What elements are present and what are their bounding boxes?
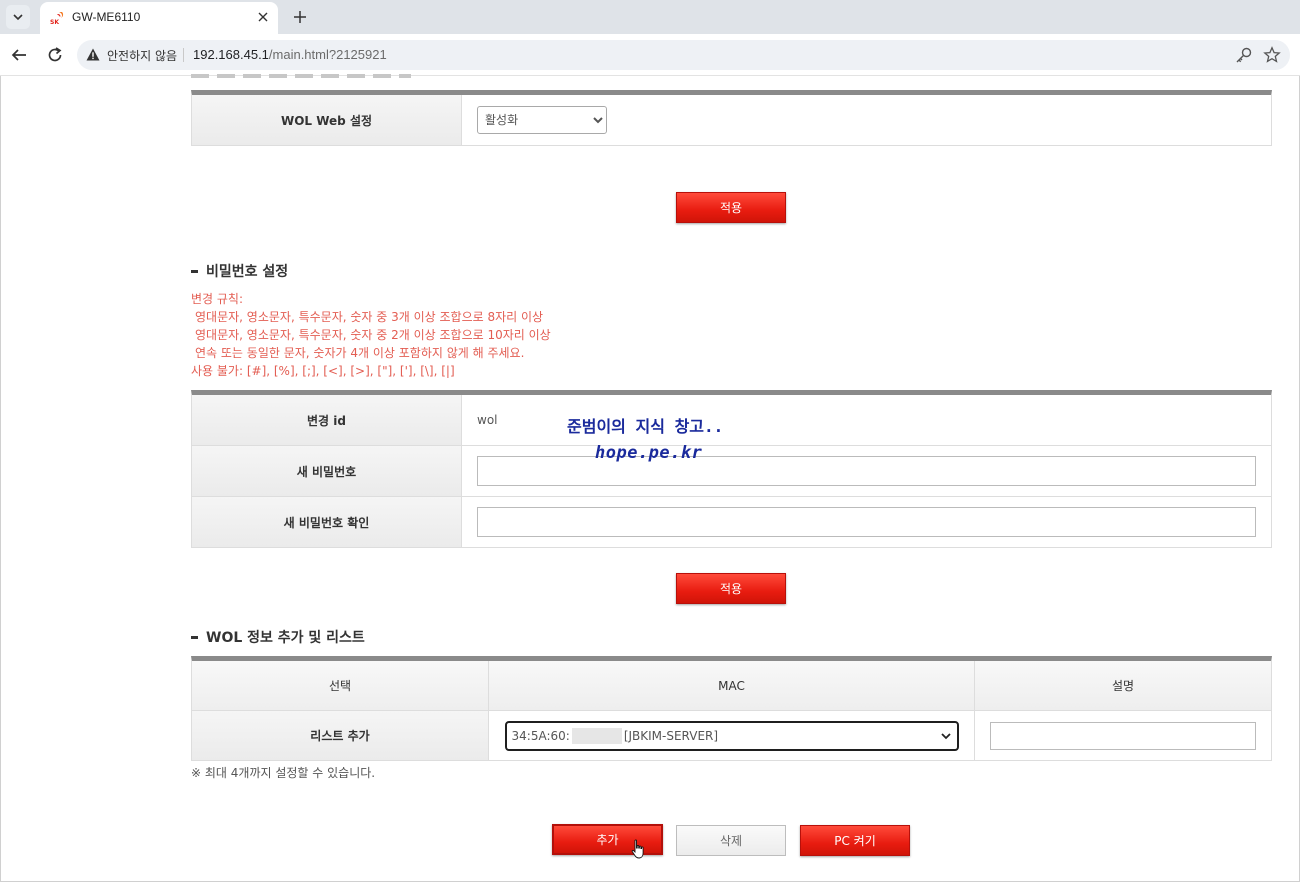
tab-list-button[interactable] <box>6 5 30 29</box>
address-bar[interactable]: 안전하지 않음 192.168.45.1/main.html?2125921 <box>77 40 1290 70</box>
watermark-line-2: hope.pe.kr <box>595 443 703 463</box>
svg-text:SK: SK <box>50 19 59 25</box>
section-bullet-icon <box>191 269 198 273</box>
new-password-row: 새 비밀번호 <box>192 446 1271 497</box>
password-table: 변경 id wol 새 비밀번호 새 비밀번호 확인 <box>191 390 1272 548</box>
key-icon[interactable] <box>1235 46 1253 64</box>
rule-line: 영대문자, 영소문자, 특수문자, 숫자 중 2개 이상 조합으로 10자리 이… <box>195 328 551 342</box>
wol-list-section-title: WOL 정보 추가 및 리스트 <box>191 627 365 647</box>
wol-web-table: WOL Web 설정 활성화 <box>191 90 1272 146</box>
confirm-password-row: 새 비밀번호 확인 <box>192 497 1271 548</box>
url-text[interactable]: 192.168.45.1/main.html?2125921 <box>193 47 387 62</box>
mac-redacted <box>571 727 622 744</box>
power-on-button[interactable]: PC 켜기 <box>800 825 910 856</box>
change-id-row: 변경 id wol <box>192 395 1271 446</box>
url-host: 192.168.45.1 <box>193 47 269 62</box>
chevron-down-icon <box>940 732 951 739</box>
mac-suffix: [JBKIM-SERVER] <box>623 728 719 743</box>
change-id-label: 변경 id <box>192 395 462 445</box>
reload-icon <box>48 47 62 62</box>
wol-web-value-cell: 활성화 <box>462 95 1271 145</box>
rule-line: 변경 규칙: <box>191 292 244 306</box>
plus-icon <box>294 11 306 23</box>
wol-table-header: 선택 MAC 설명 <box>192 661 1271 711</box>
header-mac: MAC <box>489 661 975 710</box>
confirm-password-input[interactable] <box>477 507 1256 537</box>
security-label[interactable]: 안전하지 않음 <box>107 47 177 64</box>
delete-button[interactable]: 삭제 <box>676 825 786 856</box>
header-select: 선택 <box>192 661 489 710</box>
url-path: /main.html?2125921 <box>268 47 387 62</box>
tab-title: GW-ME6110 <box>72 10 141 24</box>
browser-tab[interactable]: SK GW-ME6110 <box>40 2 278 34</box>
watermark-line-1: 준범이의 지식 창고.. <box>567 417 724 436</box>
reload-button[interactable] <box>44 44 66 66</box>
watermark: 준범이의 지식 창고.. hope.pe.kr <box>567 414 723 466</box>
rule-line: 영대문자, 영소문자, 특수문자, 숫자 중 3개 이상 조합으로 8자리 이상 <box>195 310 544 324</box>
wol-web-label: WOL Web 설정 <box>192 95 462 145</box>
arrow-left-icon <box>11 49 26 61</box>
password-title-text: 비밀번호 설정 <box>206 264 289 280</box>
confirm-password-label: 새 비밀번호 확인 <box>192 497 462 547</box>
header-description: 설명 <box>1111 679 1135 693</box>
page-content: WOL Web 설정 활성화 적용 비밀번호 설정 변경 규칙: 영대문자, 영… <box>0 74 1300 882</box>
close-icon <box>258 12 268 22</box>
wol-web-select[interactable]: 활성화 <box>477 106 607 134</box>
warning-icon <box>86 48 100 61</box>
list-add-label: 리스트 추가 <box>192 711 489 760</box>
password-rules: 변경 규칙: 영대문자, 영소문자, 특수문자, 숫자 중 3개 이상 조합으로… <box>191 290 551 380</box>
mac-cell: 34:5A:60: [JBKIM-SERVER] <box>489 711 975 760</box>
description-cell <box>975 711 1271 760</box>
back-button[interactable] <box>8 44 30 66</box>
sk-logo-icon: SK <box>50 12 64 25</box>
chevron-down-icon <box>13 14 23 21</box>
wol-add-row: 리스트 추가 34:5A:60: [JBKIM-SERVER] <box>192 711 1271 761</box>
clipped-text-above <box>191 70 411 80</box>
apply-password-button[interactable]: 적용 <box>676 573 786 604</box>
url-divider <box>183 48 184 62</box>
hand-cursor-icon <box>631 839 644 859</box>
mac-select[interactable]: 34:5A:60: [JBKIM-SERVER] <box>504 720 959 751</box>
browser-tab-bar: SK GW-ME6110 <box>0 0 1300 34</box>
password-section-title: 비밀번호 설정 <box>191 261 288 281</box>
description-input[interactable] <box>990 721 1256 750</box>
wol-web-row: WOL Web 설정 활성화 <box>192 95 1271 146</box>
tab-close-button[interactable] <box>254 8 272 26</box>
max-note: ※ 최대 4개까지 설정할 수 있습니다. <box>191 766 376 780</box>
wol-list-table: 선택 MAC 설명 리스트 추가 34:5A:60: [JBKIM-SERVER… <box>191 656 1272 761</box>
bookmark-star-icon[interactable] <box>1263 46 1281 64</box>
rule-line: 연속 또는 동일한 문자, 숫자가 4개 이상 포함하지 않게 해 주세요. <box>195 346 525 360</box>
confirm-password-cell <box>462 497 1271 547</box>
section-bullet-icon <box>191 635 198 639</box>
mac-prefix: 34:5A:60: <box>511 728 570 743</box>
new-password-label: 새 비밀번호 <box>192 446 462 496</box>
new-tab-button[interactable] <box>289 6 311 28</box>
rule-line: 사용 불가: [#], [%], [;], [<], [>], ["], [']… <box>191 364 455 378</box>
apply-wol-web-button[interactable]: 적용 <box>676 192 786 223</box>
wol-list-title-text: WOL 정보 추가 및 리스트 <box>206 630 365 646</box>
